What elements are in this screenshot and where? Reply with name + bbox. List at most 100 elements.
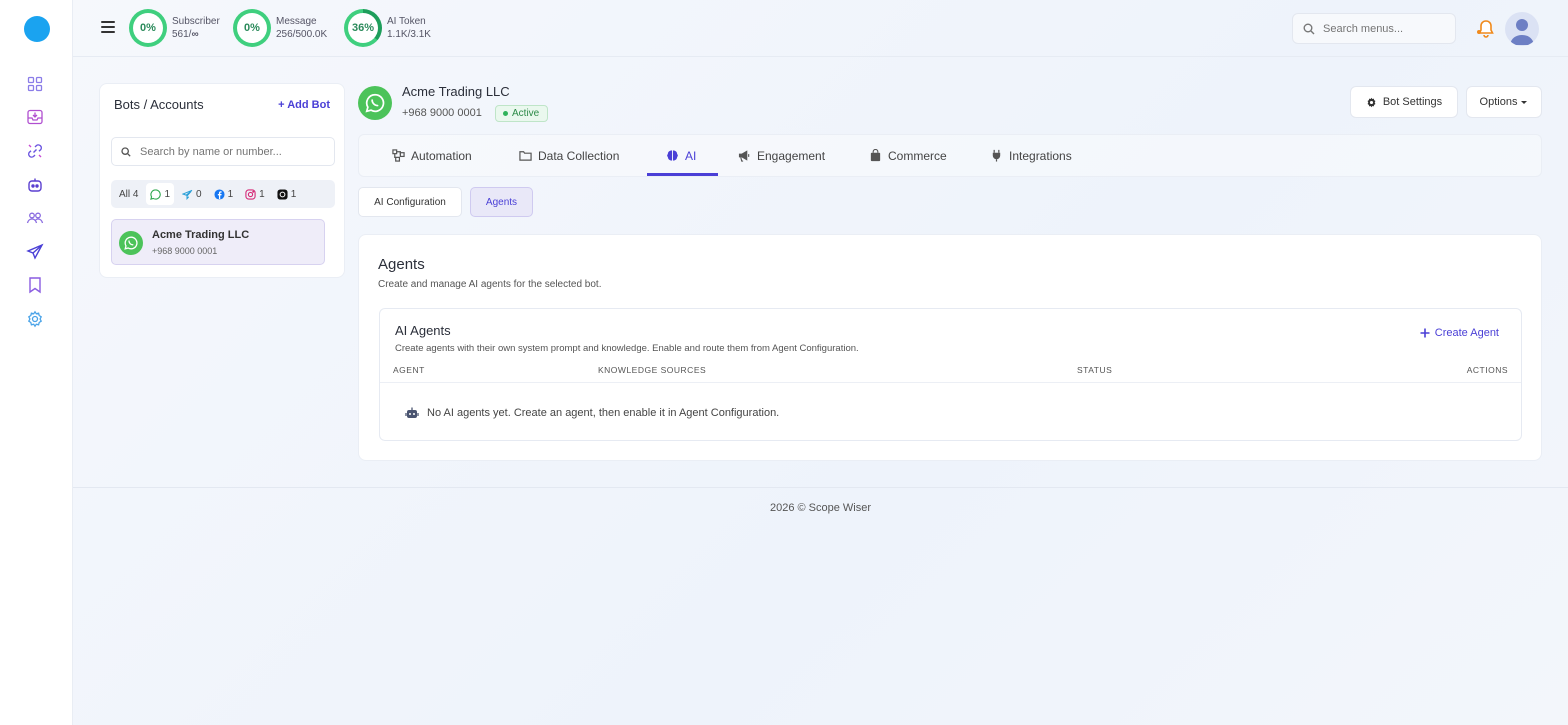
ai-token-stat: 36% AI Token 1.1K/3.1K xyxy=(344,9,431,47)
bot-list-item-name: Acme Trading LLC xyxy=(152,229,250,241)
filter-facebook[interactable]: 1 xyxy=(210,183,238,205)
tab-engagement[interactable]: Engagement xyxy=(738,135,825,176)
bots-search-input[interactable] xyxy=(140,145,320,158)
sidebar-rail xyxy=(0,0,73,725)
bot-list-item-number: +968 9000 0001 xyxy=(152,246,218,256)
bot-icon[interactable] xyxy=(25,175,45,195)
agents-subtitle: Create and manage AI agents for the sele… xyxy=(378,279,602,290)
dashboard-icon[interactable] xyxy=(25,74,45,94)
channel-filter-bar: All 4 1 0 1 1 1 xyxy=(111,180,335,208)
menu-toggle-icon[interactable] xyxy=(101,21,115,35)
tab-data-collection-label: Data Collection xyxy=(538,148,620,163)
add-bot-label: Add Bot xyxy=(287,99,330,111)
filter-all-label: All xyxy=(119,188,131,200)
megaphone-icon xyxy=(738,150,750,162)
filter-all-count: 4 xyxy=(132,188,139,200)
robot-icon xyxy=(405,407,419,418)
inbox-icon[interactable] xyxy=(25,107,45,127)
instagram-icon xyxy=(245,188,256,200)
whatsapp-icon xyxy=(119,231,143,255)
agents-title: Agents xyxy=(378,256,425,273)
message-value: 256/500.0K xyxy=(276,29,328,40)
bots-search xyxy=(111,137,335,166)
tab-engagement-label: Engagement xyxy=(757,148,826,163)
ai-agents-table: AI Agents Create agents with their own s… xyxy=(379,308,1522,441)
notification-bell-icon[interactable] xyxy=(1475,18,1497,40)
automation-icon xyxy=(392,149,405,162)
ai-token-value: 1.1K/3.1K xyxy=(387,29,431,40)
active-tab-indicator xyxy=(647,173,718,176)
filter-telegram[interactable]: 0 xyxy=(178,183,206,205)
ai-token-label: AI Token xyxy=(387,16,426,27)
options-dropdown[interactable]: Options xyxy=(1466,86,1542,118)
bots-panel: Bots / Accounts + Add Bot All 4 1 0 1 1 … xyxy=(99,83,345,278)
gear-icon xyxy=(1367,97,1376,107)
ai-agents-title: AI Agents xyxy=(395,323,451,338)
empty-state-text: No AI agents yet. Create an agent, then … xyxy=(427,407,780,419)
message-label: Message xyxy=(276,16,317,27)
message-percent: 0% xyxy=(244,22,260,34)
tab-ai-label: AI xyxy=(685,148,697,163)
facebook-icon xyxy=(214,188,225,200)
filter-threads[interactable]: 1 xyxy=(273,183,301,205)
subtab-agents[interactable]: Agents xyxy=(470,187,533,217)
add-bot-button[interactable]: + Add Bot xyxy=(278,99,330,111)
search-icon xyxy=(121,146,131,157)
menu-search-input[interactable] xyxy=(1323,22,1443,35)
empty-state: No AI agents yet. Create an agent, then … xyxy=(405,406,779,420)
settings-icon[interactable] xyxy=(25,309,45,329)
bot-settings-label: Bot Settings xyxy=(1382,96,1443,108)
folder-icon xyxy=(519,151,532,161)
plug-icon xyxy=(992,149,1001,162)
column-header-status: STATUS xyxy=(1077,365,1113,375)
column-header-knowledge-sources: KNOWLEDGE SOURCES xyxy=(598,365,707,375)
filter-whatsapp[interactable]: 1 xyxy=(146,183,175,205)
subscriber-ring: 0% xyxy=(129,9,167,47)
bot-tabs: Automation Data Collection AI Engagement… xyxy=(358,134,1542,177)
column-header-agent: AGENT xyxy=(393,365,425,375)
bot-number: +968 9000 0001 xyxy=(402,107,482,119)
tab-commerce[interactable]: Commerce xyxy=(869,135,947,176)
filter-all[interactable]: All 4 xyxy=(115,183,142,205)
plus-icon xyxy=(1420,328,1430,338)
bot-settings-button[interactable]: Bot Settings xyxy=(1350,86,1458,118)
subtab-ai-configuration[interactable]: AI Configuration xyxy=(358,187,462,217)
telegram-icon xyxy=(182,189,193,200)
tab-integrations-label: Integrations xyxy=(1009,148,1072,163)
filter-instagram[interactable]: 1 xyxy=(241,183,269,205)
create-agent-button[interactable]: Create Agent xyxy=(1420,327,1499,339)
ai-token-ring: 36% xyxy=(344,9,382,47)
search-icon xyxy=(1303,23,1315,34)
bot-list-item[interactable]: Acme Trading LLC +968 9000 0001 xyxy=(111,219,325,265)
threads-icon xyxy=(277,188,288,200)
header-divider xyxy=(380,382,1521,383)
tab-ai[interactable]: AI xyxy=(666,135,696,176)
users-icon[interactable] xyxy=(25,208,45,228)
bot-name: Acme Trading LLC xyxy=(402,84,510,99)
filter-telegram-count: 0 xyxy=(196,188,202,200)
footer-copyright: 2026 © Scope Wiser xyxy=(769,502,872,514)
tab-commerce-label: Commerce xyxy=(888,148,947,163)
app-logo[interactable] xyxy=(24,16,50,42)
tab-automation-label: Automation xyxy=(411,148,472,163)
tab-integrations[interactable]: Integrations xyxy=(990,135,1072,176)
filter-instagram-count: 1 xyxy=(259,188,265,200)
message-ring: 0% xyxy=(233,9,271,47)
caret-down-icon xyxy=(1521,101,1528,104)
whatsapp-icon xyxy=(358,86,392,120)
tab-data-collection[interactable]: Data Collection xyxy=(519,135,619,176)
whatsapp-icon xyxy=(150,188,162,200)
send-icon[interactable] xyxy=(25,242,45,262)
filter-threads-count: 1 xyxy=(290,188,297,200)
filter-facebook-count: 1 xyxy=(227,188,234,200)
user-avatar[interactable] xyxy=(1505,12,1539,46)
link-icon[interactable] xyxy=(25,141,45,161)
tab-automation[interactable]: Automation xyxy=(392,135,472,176)
plus-icon: + xyxy=(278,99,288,111)
message-stat: 0% Message 256/500.0K xyxy=(233,9,327,47)
ai-agents-subtitle: Create agents with their own system prom… xyxy=(395,343,859,354)
create-agent-label: Create Agent xyxy=(1434,327,1499,339)
bookmark-icon[interactable] xyxy=(25,275,45,295)
status-badge: Active xyxy=(495,105,549,122)
brain-icon xyxy=(667,150,678,161)
